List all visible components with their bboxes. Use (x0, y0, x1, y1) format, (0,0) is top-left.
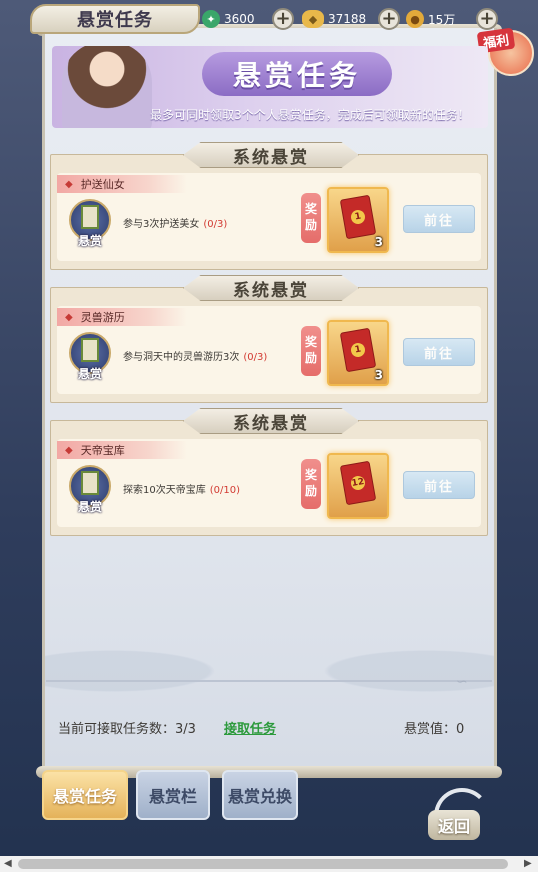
resource-value: 3600 (224, 12, 255, 26)
task-text: 探索10次天帝宝库 (123, 485, 206, 496)
scroll-icon (81, 338, 99, 362)
banner-title-plate: 悬赏任务 (202, 52, 392, 96)
page-title: 悬赏任务 (77, 10, 153, 31)
task-description: 参与3次护送美女 (0/3) (123, 215, 227, 230)
back-button-group: 返回 (414, 788, 492, 846)
resource-ingot: ◆ 37188 (302, 8, 366, 30)
goto-button[interactable]: 前往 (403, 471, 475, 499)
goto-button[interactable]: 前往 (403, 205, 475, 233)
scroll-icon (81, 471, 99, 495)
task-text: 参与洞天中的灵兽游历3次 (123, 352, 240, 363)
reward-item-slot[interactable]: 12 (327, 453, 389, 519)
add-jade-button[interactable]: + (272, 8, 294, 30)
task-description: 探索10次天帝宝库 (0/10) (123, 481, 240, 496)
task-progress: (0/10) (209, 485, 240, 496)
goto-button[interactable]: 前往 (403, 338, 475, 366)
section-header-label: 系统悬赏 (233, 413, 309, 434)
tab-bounty-exchange[interactable]: 悬赏兑换 (222, 770, 298, 820)
banner-title: 悬赏任务 (232, 59, 361, 92)
task-tag: ◆ 护送仙女 (57, 175, 187, 193)
reward-label-char: 励 (304, 484, 317, 498)
resource-value: 37188 (328, 12, 367, 26)
task-card: ◆ 天帝宝库 悬赏 探索10次天帝宝库 (0/10) 奖励 12 前往 (57, 439, 481, 527)
task-progress: (0/3) (203, 219, 228, 230)
red-envelope-icon: 12 (339, 460, 377, 506)
reward-label-char: 奖 (304, 202, 317, 217)
ingot-icon: ◆ (302, 10, 324, 28)
task-tag: ◆ 天帝宝库 (57, 441, 187, 459)
task-name: 天帝宝库 (80, 444, 125, 457)
bounty-icon-label: 悬赏 (77, 500, 102, 514)
scroll-left-arrow-icon[interactable]: ◀ (4, 858, 12, 869)
bounty-task-icon: 悬赏 (67, 197, 113, 251)
task-tag: ◆ 灵兽游历 (57, 308, 187, 326)
red-envelope-icon: 1 (339, 194, 377, 240)
section-header-label: 系统悬赏 (233, 280, 309, 301)
banner-description: 最多可同时领取3个个人悬赏任务，完成后可领取新的任务！ (150, 108, 470, 122)
bounty-section: 系统悬赏 ◆ 灵兽游历 悬赏 参与洞天中的灵兽游历3次 (0/3) 奖励 1 3 前… (50, 275, 488, 403)
resource-coin: ● 15万 (406, 8, 455, 30)
cloud-curl-icon: ∽ (456, 674, 468, 690)
reward-label: 奖励 (301, 193, 321, 243)
section-header: 系统悬赏 (183, 275, 359, 301)
diamond-icon: ◆ (65, 178, 73, 190)
bounty-icon-label: 悬赏 (77, 234, 102, 248)
available-tasks-text: 当前可接取任务数：3/3 (58, 722, 196, 737)
coin-icon: ● (406, 10, 424, 28)
accept-task-link[interactable]: 接取任务 (224, 718, 276, 737)
scroll-right-arrow-icon[interactable]: ▶ (524, 858, 532, 869)
item-number: 1 (349, 208, 367, 226)
tab-bounty-tasks[interactable]: 悬赏任务 (42, 770, 128, 820)
task-card: ◆ 护送仙女 悬赏 参与3次护送美女 (0/3) 奖励 1 3 前往 (57, 173, 481, 261)
banner: 悬赏任务 最多可同时领取3个个人悬赏任务，完成后可领取新的任务！ (52, 46, 488, 128)
reward-count: 3 (374, 235, 383, 249)
section-header: 系统悬赏 (183, 142, 359, 168)
diamond-icon: ◆ (65, 311, 73, 323)
reward-label-char: 奖 (304, 335, 317, 350)
divider (46, 680, 492, 682)
title-plate: 悬赏任务 (30, 4, 200, 34)
bounty-value-text: 悬赏值：0 (404, 722, 465, 737)
back-button[interactable]: 返回 (428, 810, 480, 840)
section-header: 系统悬赏 (183, 408, 359, 434)
bounty-icon-label: 悬赏 (77, 367, 102, 381)
task-card: ◆ 灵兽游历 悬赏 参与洞天中的灵兽游历3次 (0/3) 奖励 1 3 前往 (57, 306, 481, 394)
diamond-icon: ◆ (65, 444, 73, 456)
item-number: 1 (349, 341, 367, 359)
reward-label: 奖励 (301, 459, 321, 509)
reward-label: 奖励 (301, 326, 321, 376)
top-bar: 悬赏任务 ✦ 3600 + ◆ 37188 + ● 15万 + (0, 0, 538, 40)
reward-count: 3 (374, 368, 383, 382)
bounty-section: 系统悬赏 ◆ 天帝宝库 悬赏 探索10次天帝宝库 (0/10) 奖励 12 前往 (50, 408, 488, 536)
reward-label-char: 奖 (304, 468, 317, 483)
resource-jade: ✦ 3600 (202, 8, 255, 30)
reward-item-slot[interactable]: 1 3 (327, 320, 389, 386)
task-progress: (0/3) (243, 352, 268, 363)
task-description: 参与洞天中的灵兽游历3次 (0/3) (123, 348, 267, 363)
jade-icon: ✦ (202, 10, 220, 28)
reward-label-char: 励 (304, 218, 317, 232)
bounty-task-icon: 悬赏 (67, 330, 113, 384)
resource-value: 15万 (428, 12, 456, 27)
scroll-icon (81, 205, 99, 229)
reward-label-char: 励 (304, 351, 317, 365)
task-name: 灵兽游历 (80, 311, 125, 324)
add-ingot-button[interactable]: + (378, 8, 400, 30)
task-name: 护送仙女 (80, 178, 125, 191)
scrollbar-thumb[interactable] (18, 859, 508, 869)
task-text: 参与3次护送美女 (123, 219, 200, 230)
tab-bounty-board[interactable]: 悬赏栏 (136, 770, 210, 820)
bounty-task-icon: 悬赏 (67, 463, 113, 517)
item-number: 12 (349, 474, 367, 492)
bounty-section: 系统悬赏 ◆ 护送仙女 悬赏 参与3次护送美女 (0/3) 奖励 1 3 前往 (50, 142, 488, 270)
section-header-label: 系统悬赏 (233, 147, 309, 168)
red-envelope-icon: 1 (339, 327, 377, 373)
reward-item-slot[interactable]: 1 3 (327, 187, 389, 253)
wave-decoration (45, 593, 494, 723)
horizontal-scrollbar[interactable]: ◀ ▶ (0, 856, 538, 872)
